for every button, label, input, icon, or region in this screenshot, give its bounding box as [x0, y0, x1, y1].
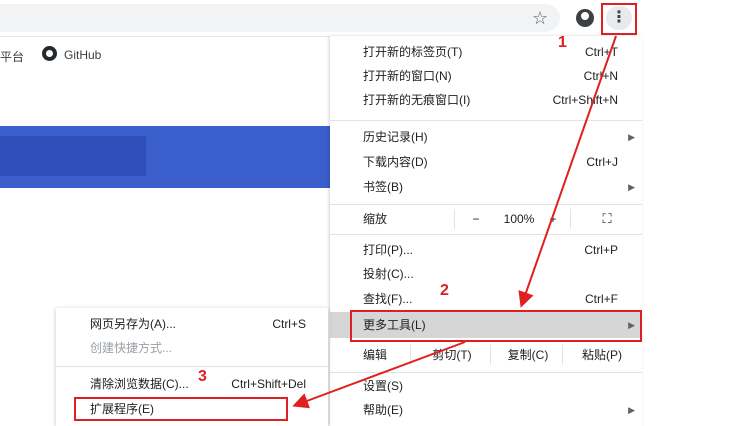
annotation-arrows [292, 35, 617, 409]
arrow-step1-to-step2 [518, 35, 617, 308]
arrow-step2-to-step3 [292, 341, 466, 409]
